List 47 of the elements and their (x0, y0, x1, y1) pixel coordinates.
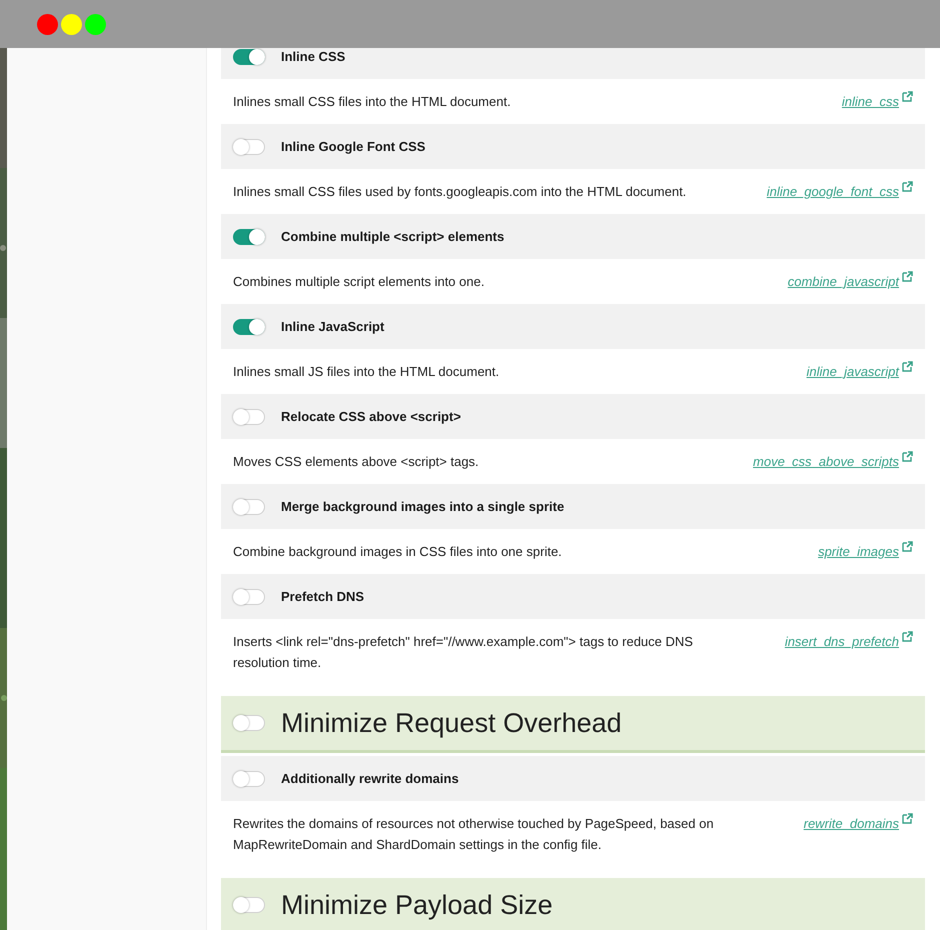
toggle-switch[interactable] (233, 498, 265, 514)
option-title: Prefetch DNS (281, 588, 364, 606)
toggle-switch[interactable] (233, 48, 265, 64)
option-title: Inline Google Font CSS (281, 138, 426, 156)
option-link[interactable]: rewrite_domains (804, 813, 899, 834)
option-link[interactable]: insert_dns_prefetch (784, 631, 899, 652)
external-link-icon (902, 91, 913, 102)
option-title: Relocate CSS above <script> (281, 408, 461, 426)
option-title: Merge background images into a single sprite (281, 498, 564, 516)
external-link-icon (902, 631, 913, 642)
toggle-switch[interactable] (233, 228, 265, 244)
toggle-switch[interactable] (233, 715, 265, 731)
minimize-button[interactable] (61, 14, 82, 34)
option-description: Inlines small CSS files into the HTML document. (233, 93, 511, 111)
option-link[interactable]: combine_javascript (788, 271, 899, 292)
option-title: Inline CSS (281, 48, 346, 66)
option-link[interactable]: sprite_images (818, 541, 899, 562)
section-title: Minimize Payload Size (281, 891, 553, 919)
toggle-switch[interactable] (233, 897, 265, 913)
toggle-switch[interactable] (233, 588, 265, 604)
option-description: Moves CSS elements above <script> tags. (233, 453, 479, 471)
option-description: Inserts <link rel="dns-prefetch" href="//www.example.com"> tags to reduce DNS resolution time. (233, 633, 694, 672)
external-link-icon (902, 361, 913, 372)
section-title: Minimize Request Overhead (281, 709, 622, 737)
external-link-icon (902, 813, 913, 824)
zoom-button[interactable] (85, 14, 106, 34)
option-link[interactable]: move_css_above_scripts (753, 451, 899, 472)
toggle-switch[interactable] (233, 408, 265, 424)
option-description: Combines multiple script elements into one. (233, 273, 484, 291)
toggle-switch[interactable] (233, 770, 265, 786)
option-title: Additionally rewrite domains (281, 770, 459, 788)
option-link[interactable]: inline_google_font_css (766, 181, 899, 202)
close-button[interactable] (37, 14, 58, 34)
toggle-switch[interactable] (233, 318, 265, 334)
option-title: Combine multiple <script> elements (281, 228, 504, 246)
toggle-switch[interactable] (233, 138, 265, 154)
external-link-icon (902, 271, 913, 282)
option-description: Inlines small JS files into the HTML document. (233, 363, 500, 381)
external-link-icon (902, 181, 913, 192)
option-description: Rewrites the domains of resources not otherwise touched by PageSpeed, based on MapRewriteDomain and ShardDomain settings in the config file. (233, 815, 715, 854)
option-link[interactable]: inline_css (842, 91, 899, 112)
option-title: Inline JavaScript (281, 318, 384, 336)
external-link-icon (902, 541, 913, 552)
option-description: Inlines small CSS files used by fonts.googleapis.com into the HTML document. (233, 183, 686, 201)
external-link-icon (902, 451, 913, 462)
option-description: Combine background images in CSS files into one sprite. (233, 543, 562, 561)
option-link[interactable]: inline_javascript (806, 361, 899, 382)
